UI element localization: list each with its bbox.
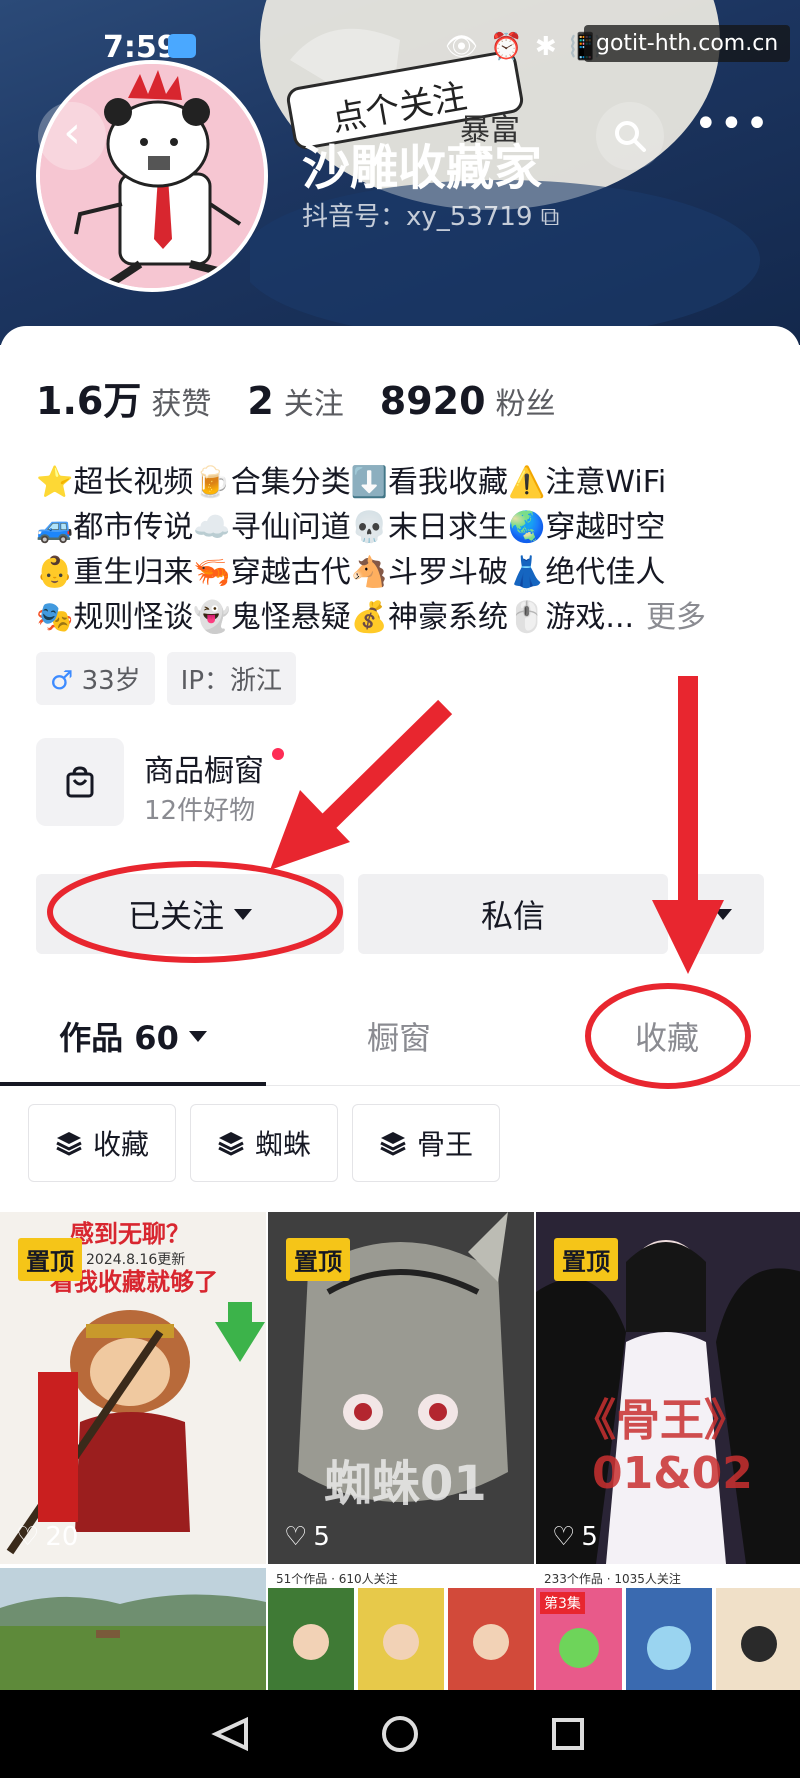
back-button[interactable]: ‹ [38, 102, 106, 170]
tab-works-label: 作品 60 [59, 1019, 179, 1057]
stat-followers-value: 8920 [379, 379, 486, 423]
shop-window-entry[interactable]: 商品橱窗 12件好物 [36, 738, 436, 828]
thumb-caption: 蜘蛛01 [324, 1456, 487, 1512]
tab-favorites[interactable]: 收藏 [534, 986, 800, 1086]
shop-subtitle: 12件好物 [144, 796, 256, 826]
bio-line: 🚙都市传说☁️寻仙问道💀末日求生🌏穿越时空 [36, 510, 666, 545]
more-dots-icon: ••• [694, 101, 771, 147]
nav-back-icon[interactable] [211, 1716, 248, 1752]
bio-more-link[interactable]: 更多 [646, 600, 706, 635]
active-tab-indicator [0, 1082, 266, 1086]
like-count: ♡ 5 [284, 1522, 330, 1552]
more-options-button[interactable]: ••• [694, 102, 769, 170]
age-tag: ♂ 33岁 [36, 652, 155, 705]
tab-window[interactable]: 橱窗 [266, 986, 532, 1086]
system-navigation-bar [0, 1690, 800, 1778]
video-thumbnail[interactable]: 51个作品 · 610人关注 [268, 1568, 534, 1690]
caret-down-icon [188, 1030, 207, 1042]
watermark: gotit-hth.com.cn [584, 25, 791, 62]
stat-following[interactable]: 2 关注 [247, 379, 343, 423]
collection-chip[interactable]: 收藏 [28, 1104, 177, 1182]
thumb-text: 2024.8.16更新 [86, 1252, 185, 1268]
copy-icon[interactable]: ⧉ [541, 202, 560, 232]
video-thumbnail[interactable] [0, 1568, 266, 1690]
pinned-badge: 置顶 [554, 1238, 618, 1281]
stat-followers-label: 粉丝 [495, 387, 556, 422]
stat-following-value: 2 [247, 379, 274, 423]
pinned-badge: 置顶 [18, 1238, 82, 1281]
like-count-value: 5 [313, 1522, 330, 1552]
bio-line: 🎭规则怪谈👻鬼怪悬疑💰神豪系统🖱️游戏... [36, 600, 635, 635]
notification-dot [272, 748, 284, 760]
followed-label: 已关注 [127, 897, 224, 935]
heart-icon: ♡ [552, 1522, 576, 1552]
like-count-value: 5 [581, 1522, 598, 1552]
male-icon: ♂ [50, 666, 74, 696]
stat-followers[interactable]: 8920 粉丝 [380, 379, 556, 423]
bio: ⭐超长视频🍺合集分类⬇️看我收藏⚠️注意WiFi 🚙都市传说☁️寻仙问道💀末日求… [36, 460, 776, 640]
heart-icon: ♡ [284, 1522, 308, 1552]
message-button[interactable]: 私信 [358, 874, 668, 954]
nav-home-icon[interactable] [382, 1716, 418, 1752]
like-count: ♡ 20 [16, 1522, 78, 1552]
profile-header: 点个关注 暴富 7:59 👁 ⏰ ✱ 📳 gotit-hth.com.cn ‹ [0, 0, 800, 345]
video-thumbnail[interactable]: 《骨王》 01&02 置顶 ♡ 5 [536, 1212, 800, 1564]
back-arrow-icon: ‹ [63, 107, 81, 158]
bio-line: ⭐超长视频🍺合集分类⬇️看我收藏⚠️注意WiFi [36, 465, 667, 500]
status-icons: 👁 ⏰ ✱ 📳 [445, 32, 604, 62]
like-count-value: 20 [45, 1522, 79, 1552]
thumb-caption: 01&02 [592, 1448, 753, 1499]
thumb-caption: 233个作品 · 1035人关注 [544, 1572, 681, 1586]
stat-following-label: 关注 [283, 387, 344, 422]
avatar[interactable] [36, 60, 268, 292]
followed-button[interactable]: 已关注 [36, 874, 344, 954]
like-count: ♡ 5 [552, 1522, 598, 1552]
ip-tag: IP：浙江 [166, 652, 297, 705]
search-icon [615, 121, 646, 152]
collection-label: 蜘蛛 [255, 1128, 312, 1161]
profile-tags: ♂ 33岁 IP：浙江 [36, 652, 297, 705]
collection-chip[interactable]: 蜘蛛 [190, 1104, 339, 1182]
shop-title: 商品橱窗 [144, 754, 264, 789]
bio-line-last: 🎭规则怪谈👻鬼怪悬疑💰神豪系统🖱️游戏... 更多 [36, 595, 776, 640]
layers-icon [56, 1132, 82, 1156]
video-thumbnail[interactable]: 233个作品 · 1035人关注 第3集 [536, 1568, 800, 1690]
pinned-badge: 置顶 [286, 1238, 350, 1281]
profile-name: 沙雕收藏家 [302, 140, 543, 196]
age-text: 33岁 [81, 666, 141, 696]
collection-chip[interactable]: 骨王 [352, 1104, 501, 1182]
collection-label: 骨王 [417, 1128, 474, 1161]
shopping-bag-icon [36, 738, 124, 826]
cloud-icon [168, 34, 196, 58]
stat-likes[interactable]: 1.6万 获赞 [36, 370, 211, 425]
bio-line: 👶重生归来🦐穿越古代🐴斗罗斗破👗绝代佳人 [36, 555, 666, 590]
nav-recents-icon[interactable] [552, 1718, 584, 1750]
collection-label: 收藏 [93, 1128, 150, 1161]
douyin-id[interactable]: 抖音号：xy_53719 ⧉ [302, 196, 559, 233]
more-actions-dropdown[interactable] [682, 874, 764, 954]
video-thumbnail[interactable]: 蜘蛛01 置顶 ♡ 5 [268, 1212, 534, 1564]
stat-likes-value: 1.6万 [36, 379, 142, 423]
profile-tabs: 作品 60 橱窗 收藏 [0, 986, 800, 1086]
caret-down-icon [234, 908, 252, 920]
tab-works[interactable]: 作品 60 [0, 986, 266, 1086]
episode-badge: 第3集 [540, 1592, 585, 1614]
search-button[interactable] [596, 102, 664, 170]
caret-down-icon [714, 908, 732, 920]
layers-icon [380, 1132, 406, 1156]
landscape-art [0, 1568, 266, 1690]
thumb-text: 感到无聊？ [70, 1220, 190, 1248]
comic-strip-art [268, 1588, 534, 1690]
stat-likes-label: 获赞 [151, 387, 212, 422]
thumb-caption: 51个作品 · 610人关注 [276, 1572, 398, 1586]
collection-chips: 收藏 蜘蛛 骨王 [28, 1104, 501, 1182]
avatar-illustration [40, 64, 264, 288]
video-thumbnail[interactable]: 感到无聊？ 2024.8.16更新 看我收藏就够了 置顶 ♡ 20 [0, 1212, 266, 1564]
thumb-caption: 《骨王》 [572, 1395, 748, 1446]
heart-icon: ♡ [16, 1522, 40, 1552]
layers-icon [218, 1132, 244, 1156]
stats-row: 1.6万 获赞 2 关注 8920 粉丝 [36, 370, 556, 425]
douyin-id-text: 抖音号：xy_53719 [302, 202, 533, 232]
